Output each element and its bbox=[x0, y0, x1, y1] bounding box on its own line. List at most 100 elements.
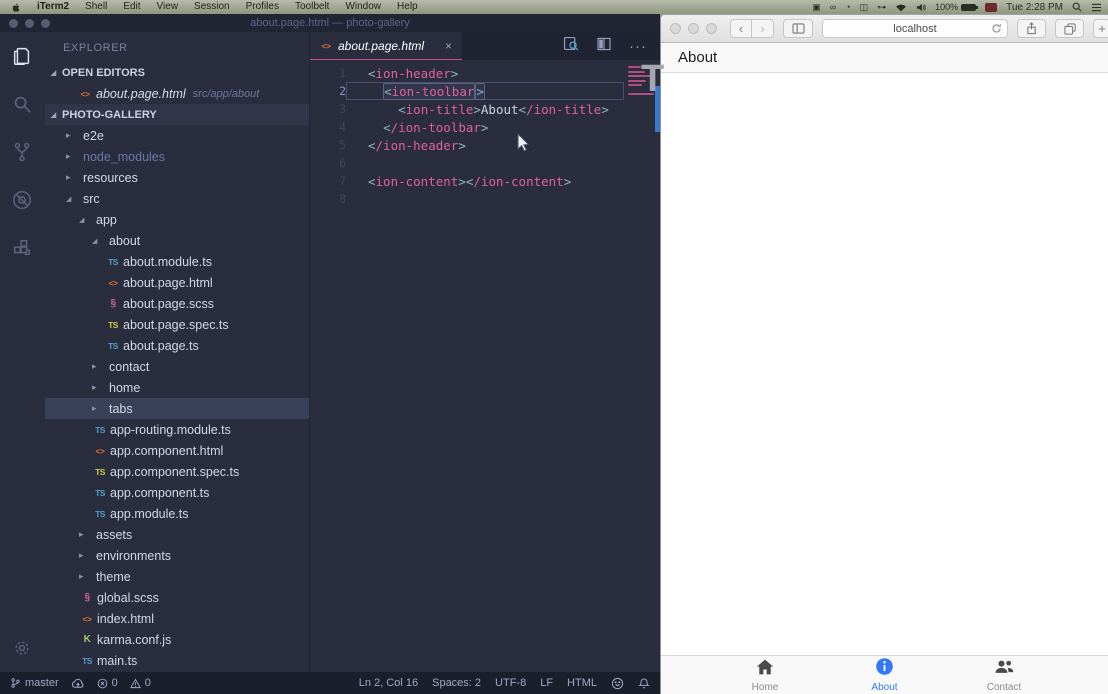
menu-item-help[interactable]: Help bbox=[389, 0, 426, 14]
extensions-icon[interactable] bbox=[10, 236, 34, 260]
clock-app-icon[interactable]: ◔ bbox=[845, 0, 850, 14]
menu-item-edit[interactable]: Edit bbox=[115, 0, 148, 14]
tree-item-environments[interactable]: ▸environments bbox=[45, 545, 309, 566]
tree-item-about.page.spec.ts[interactable]: TSabout.page.spec.ts bbox=[45, 314, 309, 335]
code-line-2[interactable]: 2 <ion-toolbar> bbox=[310, 82, 660, 100]
display-icon[interactable]: ◫ bbox=[860, 0, 869, 14]
tree-item-app-routing.module.ts[interactable]: TSapp-routing.module.ts bbox=[45, 419, 309, 440]
input-source-flag-icon[interactable] bbox=[985, 3, 997, 12]
code-line-8[interactable]: 8 bbox=[310, 190, 660, 208]
menu-item-profiles[interactable]: Profiles bbox=[238, 0, 287, 14]
wifi-icon[interactable] bbox=[895, 3, 907, 12]
open-editor-item[interactable]: <> about.page.html src/app/about bbox=[45, 83, 309, 104]
tree-item-main.ts[interactable]: TSmain.ts bbox=[45, 650, 309, 671]
minimize-window-button[interactable] bbox=[688, 23, 699, 34]
spotlight-icon[interactable] bbox=[1072, 2, 1082, 12]
tree-item-contact[interactable]: ▸contact bbox=[45, 356, 309, 377]
tree-item-e2e[interactable]: ▸e2e bbox=[45, 125, 309, 146]
apple-menu-icon[interactable] bbox=[12, 3, 21, 12]
share-button[interactable] bbox=[1017, 19, 1046, 38]
vscode-titlebar[interactable]: about.page.html — photo-gallery bbox=[0, 14, 660, 32]
tab-overview-button[interactable] bbox=[1055, 19, 1084, 38]
key-icon[interactable]: ⊶ bbox=[877, 0, 886, 14]
screen-record-icon[interactable]: ▣ bbox=[812, 0, 821, 14]
sidebar-toggle-button[interactable] bbox=[783, 19, 813, 38]
menubar-clock[interactable]: Tue 2:28 PM bbox=[1006, 2, 1063, 13]
code-line-4[interactable]: 4 </ion-toolbar> bbox=[310, 118, 660, 136]
tree-item-assets[interactable]: ▸assets bbox=[45, 524, 309, 545]
tree-item-resources[interactable]: ▸resources bbox=[45, 167, 309, 188]
more-actions-icon[interactable]: ··· bbox=[629, 38, 647, 55]
tree-item-about[interactable]: ◢about bbox=[45, 230, 309, 251]
zoom-window-button[interactable] bbox=[41, 19, 50, 28]
editor-tab-about-page-html[interactable]: <> about.page.html × bbox=[310, 32, 462, 60]
status-item-cloud-upload[interactable] bbox=[71, 677, 85, 689]
close-window-button[interactable] bbox=[670, 23, 681, 34]
code-editor[interactable]: 1<ion-header>2 <ion-toolbar>3 <ion-title… bbox=[310, 60, 660, 672]
tree-item-app.module.ts[interactable]: TSapp.module.ts bbox=[45, 503, 309, 524]
menubar-app-name[interactable]: iTerm2 bbox=[29, 0, 77, 14]
tree-item-about.module.ts[interactable]: TSabout.module.ts bbox=[45, 251, 309, 272]
code-line-3[interactable]: 3 <ion-title>About</ion-title> bbox=[310, 100, 660, 118]
notification-center-icon[interactable] bbox=[1091, 3, 1102, 12]
code-line-6[interactable]: 6 bbox=[310, 154, 660, 172]
tree-item-src[interactable]: ◢src bbox=[45, 188, 309, 209]
menu-item-view[interactable]: View bbox=[149, 0, 187, 14]
status-item-git-branch[interactable]: master bbox=[10, 677, 59, 689]
tab-home[interactable]: Home bbox=[719, 658, 811, 693]
tree-item-app.component.html[interactable]: <>app.component.html bbox=[45, 440, 309, 461]
status-item[interactable]: Ln 2, Col 16 bbox=[359, 677, 418, 689]
minimize-window-button[interactable] bbox=[25, 19, 34, 28]
tree-item-index.html[interactable]: <>index.html bbox=[45, 608, 309, 629]
status-item-feedback[interactable] bbox=[611, 677, 624, 690]
close-window-button[interactable] bbox=[9, 19, 18, 28]
tree-item-about.page.ts[interactable]: TSabout.page.ts bbox=[45, 335, 309, 356]
glasses-icon[interactable]: ∞ bbox=[830, 0, 836, 14]
forward-button[interactable]: › bbox=[752, 19, 774, 38]
code-line-7[interactable]: 7<ion-content></ion-content> bbox=[310, 172, 660, 190]
status-item-error[interactable]: 0 bbox=[97, 677, 118, 689]
tree-item-about.page.scss[interactable]: §about.page.scss bbox=[45, 293, 309, 314]
status-item-bell[interactable] bbox=[638, 677, 650, 690]
open-editors-section-header[interactable]: ◢ OPEN EDITORS bbox=[45, 62, 309, 83]
tab-close-icon[interactable]: × bbox=[445, 39, 452, 53]
status-item[interactable]: UTF-8 bbox=[495, 677, 526, 689]
menu-item-toolbelt[interactable]: Toolbelt bbox=[287, 0, 337, 14]
new-tab-button[interactable]: + bbox=[1093, 19, 1108, 38]
tree-item-tabs[interactable]: ▸tabs bbox=[45, 398, 309, 419]
project-section-header[interactable]: ◢ PHOTO-GALLERY bbox=[45, 104, 309, 125]
menu-item-session[interactable]: Session bbox=[186, 0, 238, 14]
back-button[interactable]: ‹ bbox=[730, 19, 752, 38]
tree-item-about.page.html[interactable]: <>about.page.html bbox=[45, 272, 309, 293]
menu-item-window[interactable]: Window bbox=[337, 0, 389, 14]
menu-item-shell[interactable]: Shell bbox=[77, 0, 115, 14]
tree-item-node_modules[interactable]: ▸node_modules bbox=[45, 146, 309, 167]
code-line-1[interactable]: 1<ion-header> bbox=[310, 64, 660, 82]
zoom-window-button[interactable] bbox=[706, 23, 717, 34]
tree-item-karma.conf.js[interactable]: Kkarma.conf.js bbox=[45, 629, 309, 650]
split-editor-icon[interactable] bbox=[596, 36, 612, 57]
source-control-icon[interactable] bbox=[10, 140, 34, 164]
status-item-warning[interactable]: 0 bbox=[130, 677, 151, 689]
tree-item-global.scss[interactable]: §global.scss bbox=[45, 587, 309, 608]
reload-icon[interactable] bbox=[991, 23, 1002, 37]
status-item[interactable]: LF bbox=[540, 677, 553, 689]
tree-item-theme[interactable]: ▸theme bbox=[45, 566, 309, 587]
tree-item-app[interactable]: ◢app bbox=[45, 209, 309, 230]
settings-gear-icon[interactable] bbox=[10, 636, 34, 660]
search-icon[interactable] bbox=[10, 92, 34, 116]
tree-item-home[interactable]: ▸home bbox=[45, 377, 309, 398]
open-preview-icon[interactable] bbox=[562, 35, 579, 57]
debug-icon[interactable] bbox=[10, 188, 34, 212]
tree-item-app.component.spec.ts[interactable]: TSapp.component.spec.ts bbox=[45, 461, 309, 482]
volume-icon[interactable] bbox=[916, 3, 926, 12]
status-item[interactable]: Spaces: 2 bbox=[432, 677, 481, 689]
code-line-5[interactable]: 5</ion-header> bbox=[310, 136, 660, 154]
tab-about[interactable]: About bbox=[839, 657, 931, 693]
status-item[interactable]: HTML bbox=[567, 677, 597, 689]
address-bar[interactable]: localhost bbox=[822, 19, 1008, 38]
battery-indicator[interactable]: 100% bbox=[935, 2, 976, 12]
explorer-icon[interactable] bbox=[10, 44, 34, 68]
tree-item-app.component.ts[interactable]: TSapp.component.ts bbox=[45, 482, 309, 503]
tab-contact[interactable]: Contact bbox=[958, 658, 1050, 693]
